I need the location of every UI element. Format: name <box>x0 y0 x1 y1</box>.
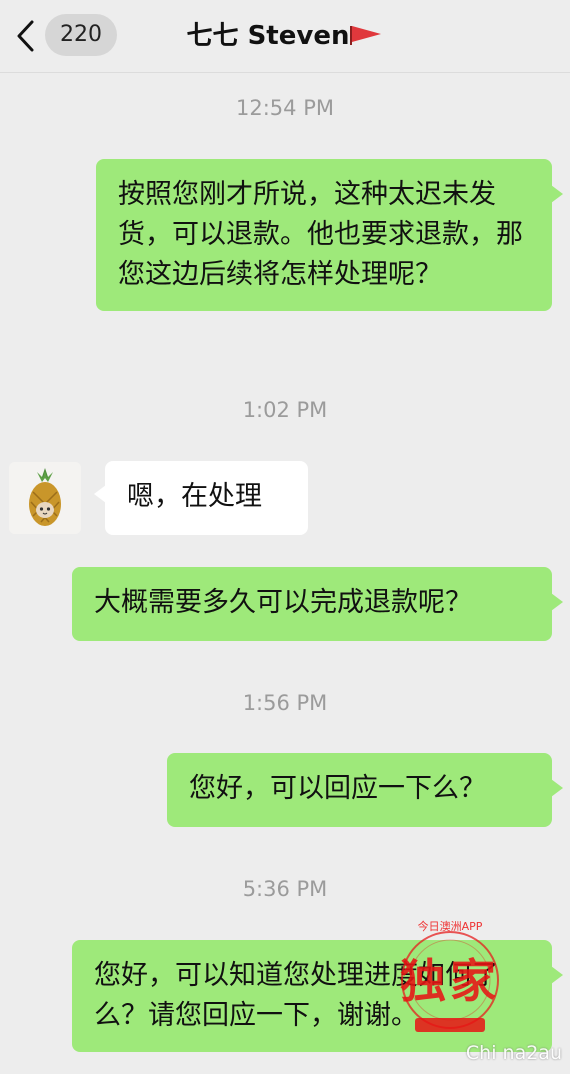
outgoing-message[interactable]: 您好，可以回应一下么？ <box>167 753 563 827</box>
message-list: 12:54 PM 按照您刚才所说，这种太迟未发货，可以退款。他也要求退款，那您这… <box>0 0 570 1074</box>
incoming-message[interactable]: 嗯，在处理 <box>94 461 308 535</box>
timestamp: 1:02 PM <box>242 398 328 422</box>
timestamp: 12:54 PM <box>236 96 334 120</box>
contact-avatar[interactable] <box>9 462 81 534</box>
outgoing-message[interactable]: 按照您刚才所说，这种太迟未发货，可以退款。他也要求退款，那您这边后续将怎样处理呢… <box>96 159 563 311</box>
watermark-ring-text: 今日澳洲APP <box>417 920 483 933</box>
watermark-corner-text: Chi na2au <box>465 1042 562 1064</box>
timestamp: 1:56 PM <box>242 691 328 715</box>
chat-screen: 220 七七 Steven 12:54 PM 按照您刚才所说，这种太迟未发货，可… <box>0 0 570 1074</box>
watermark-main-text: 独家 <box>400 954 500 1008</box>
outgoing-message[interactable]: 大概需要多久可以完成退款呢？ <box>72 567 563 641</box>
timestamp: 5:36 PM <box>242 877 328 901</box>
